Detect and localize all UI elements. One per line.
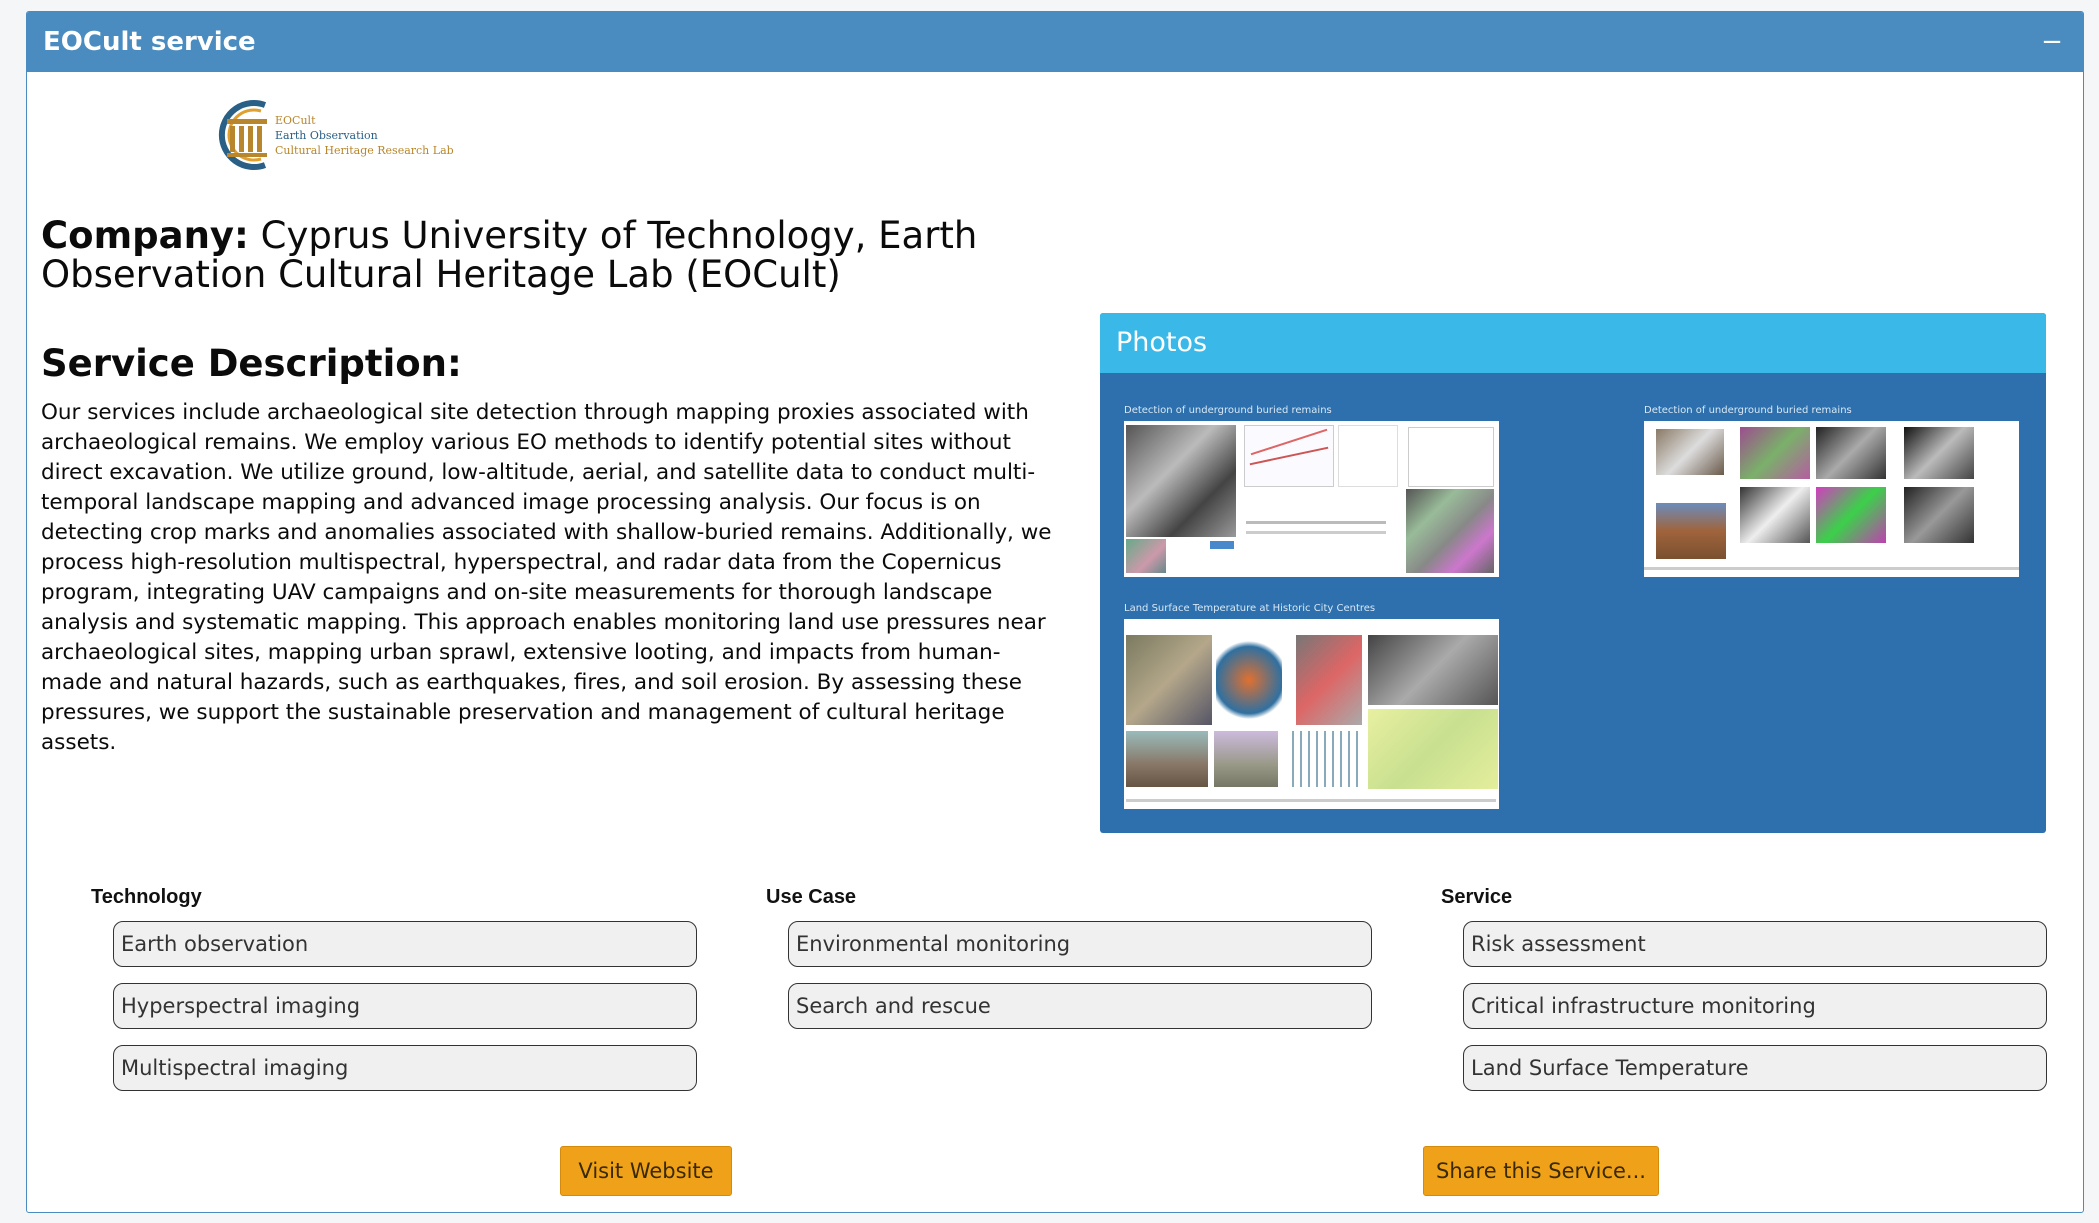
eocult-logo: EOCult Earth Observation Cultural Herita… bbox=[213, 87, 473, 183]
service-tag[interactable]: Risk assessment bbox=[1463, 921, 2047, 967]
columns-logo-icon bbox=[218, 100, 267, 170]
use-case-column: Use Case Environmental monitoring Search… bbox=[728, 886, 1372, 1045]
logo-line-2: Earth Observation bbox=[275, 128, 378, 142]
share-service-button[interactable]: Share this Service... bbox=[1423, 1146, 1659, 1196]
technology-tag[interactable]: Multispectral imaging bbox=[113, 1045, 697, 1091]
technology-tag[interactable]: Earth observation bbox=[113, 921, 697, 967]
service-tag[interactable]: Land Surface Temperature bbox=[1463, 1045, 2047, 1091]
service-column: Service Risk assessment Critical infrast… bbox=[1403, 886, 2047, 1107]
service-tag[interactable]: Critical infrastructure monitoring bbox=[1463, 983, 2047, 1029]
logo-line-3: Cultural Heritage Research Lab bbox=[275, 143, 454, 157]
collapse-icon[interactable]: − bbox=[2037, 29, 2067, 55]
card-title: EOCult service bbox=[43, 27, 256, 57]
company-label: Company: bbox=[41, 214, 249, 257]
photo-caption: Detection of underground buried remains bbox=[1124, 405, 1332, 416]
photo-thumbnail[interactable]: Detection of underground buried remains bbox=[1124, 405, 1499, 577]
card-header: EOCult service − bbox=[27, 12, 2083, 72]
technology-column: Technology Earth observation Hyperspectr… bbox=[53, 886, 697, 1107]
photos-panel: Photos Detection of underground buried r… bbox=[1100, 313, 2046, 833]
logo-line-1: EOCult bbox=[275, 113, 316, 127]
photo-thumbnail[interactable]: Detection of underground buried remains bbox=[1644, 405, 2019, 577]
technology-tag[interactable]: Hyperspectral imaging bbox=[113, 983, 697, 1029]
service-title: Service bbox=[1441, 886, 1513, 908]
photo-caption: Detection of underground buried remains bbox=[1644, 405, 1852, 416]
service-card: EOCult service − EOCult Earth Observatio… bbox=[26, 11, 2084, 1213]
use-case-title: Use Case bbox=[766, 886, 857, 908]
use-case-tag[interactable]: Environmental monitoring bbox=[788, 921, 1372, 967]
technology-title: Technology bbox=[91, 886, 202, 908]
visit-website-button[interactable]: Visit Website bbox=[560, 1146, 732, 1196]
service-description-title: Service Description: bbox=[41, 342, 462, 385]
photos-title: Photos bbox=[1100, 313, 2046, 373]
use-case-tag[interactable]: Search and rescue bbox=[788, 983, 1372, 1029]
photo-thumbnail[interactable]: Land Surface Temperature at Historic Cit… bbox=[1124, 603, 1499, 809]
photo-caption: Land Surface Temperature at Historic Cit… bbox=[1124, 603, 1376, 614]
photo-image bbox=[1644, 421, 2019, 577]
photo-image bbox=[1124, 619, 1499, 809]
logo-text: EOCult Earth Observation Cultural Herita… bbox=[275, 113, 454, 158]
service-description-text: Our services include archaeological site… bbox=[41, 400, 1052, 755]
photo-image bbox=[1124, 421, 1499, 577]
company-heading: Company: Cyprus University of Technology… bbox=[41, 216, 1001, 294]
